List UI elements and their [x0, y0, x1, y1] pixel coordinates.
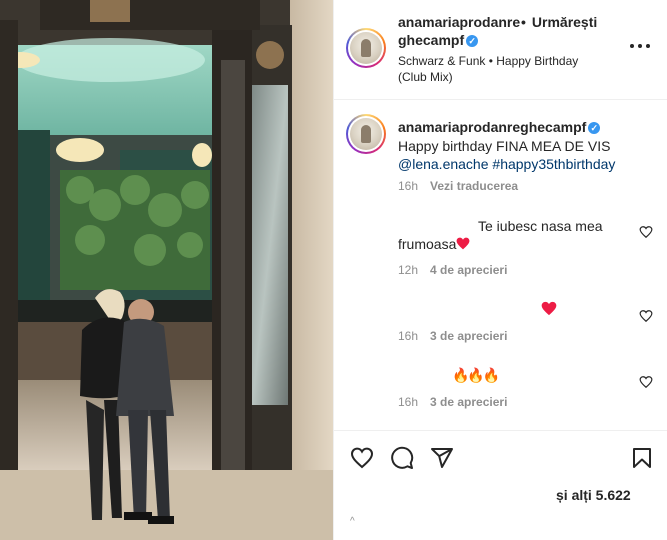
- see-translation-link[interactable]: Vezi traducerea: [430, 179, 518, 193]
- caption-author-avatar[interactable]: [346, 114, 386, 154]
- hashtag-link[interactable]: #happy35thbirthday: [492, 156, 615, 172]
- mention-link[interactable]: @lena.enache: [398, 156, 489, 172]
- comment-like-heart-icon[interactable]: [639, 375, 653, 389]
- comment-likes[interactable]: 3 de aprecieri: [430, 395, 507, 409]
- follow-status[interactable]: • Urmărești: [521, 13, 597, 31]
- verified-badge-icon: ✓: [466, 35, 479, 47]
- likes-count[interactable]: și alți 5.622: [556, 487, 631, 503]
- comment-text: [541, 301, 557, 319]
- comment-likes[interactable]: 4 de aprecieri: [430, 263, 507, 277]
- post-actions-bar: [334, 430, 667, 540]
- share-paper-plane-icon[interactable]: [430, 446, 454, 470]
- caption-username[interactable]: anamariaprodanreghecampf ✓: [398, 119, 601, 135]
- author-avatar[interactable]: [346, 28, 386, 68]
- photo-image: [0, 0, 333, 540]
- tiny-mark: ^: [350, 516, 355, 527]
- comment-text-line1: Te iubesc nasa mea: [478, 218, 603, 234]
- post-header: anamariaprodanreghecampf ✓ • Urmărești Sch…: [334, 0, 667, 100]
- caption-text: Happy birthday FINA MEA DE VIS @lena.ena…: [398, 138, 616, 172]
- comment-likes[interactable]: 3 de aprecieri: [430, 329, 507, 343]
- red-heart-emoji-icon: [456, 237, 470, 250]
- caption-time: 16h: [398, 179, 419, 193]
- author-username[interactable]: anamariaprodanreghecampf ✓: [398, 13, 523, 49]
- comment-meta: 16h 3 de aprecieri: [398, 329, 508, 343]
- post-photo[interactable]: [0, 0, 333, 540]
- post-details-panel: anamariaprodanreghecampf ✓ • Urmărești Sch…: [333, 0, 667, 540]
- caption-meta: 16h Vezi traducerea: [398, 179, 518, 193]
- like-heart-icon[interactable]: [350, 446, 374, 470]
- comment-meta: 16h 3 de aprecieri: [398, 395, 508, 409]
- comment-like-heart-icon[interactable]: [639, 309, 653, 323]
- comment-text-line2: frumoasa: [398, 235, 470, 253]
- comment-text: 🔥🔥🔥: [452, 368, 500, 384]
- comment-meta: 12h 4 de aprecieri: [398, 263, 508, 277]
- more-options-icon[interactable]: [630, 38, 650, 54]
- verified-badge-icon: ✓: [588, 122, 601, 134]
- following-label: Urmărești: [531, 14, 598, 30]
- save-bookmark-icon[interactable]: [630, 446, 654, 470]
- comment-like-heart-icon[interactable]: [639, 225, 653, 239]
- comment-bubble-icon[interactable]: [390, 446, 414, 470]
- red-heart-emoji-icon: [541, 301, 557, 316]
- audio-track-link[interactable]: Schwarz & Funk • Happy Birthday (Club Mi…: [398, 53, 593, 85]
